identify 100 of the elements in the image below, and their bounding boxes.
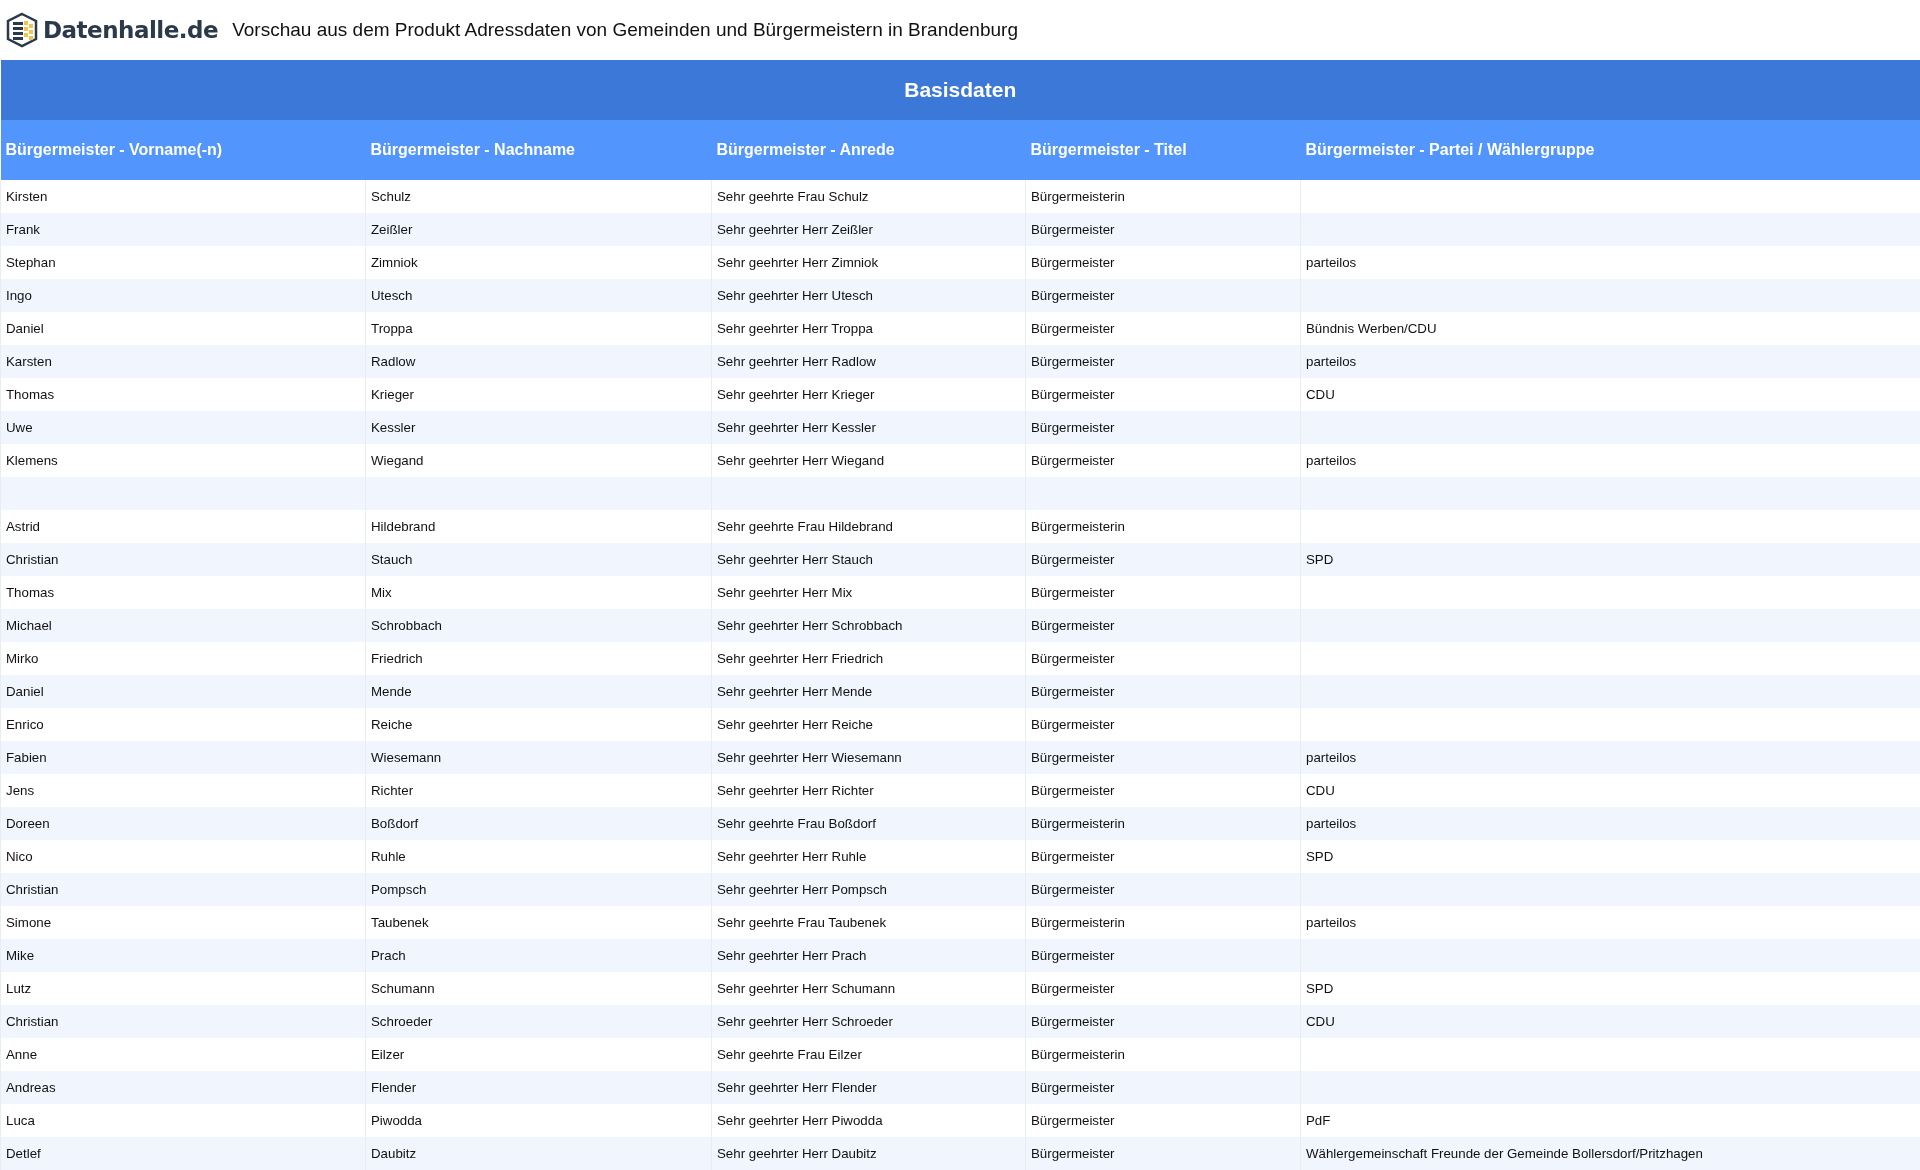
table-cell: Bürgermeisterin	[1025, 1038, 1301, 1071]
table-cell: Sehr geehrter Herr Troppa	[711, 312, 1026, 345]
table-cell: Bürgermeister	[1025, 543, 1301, 576]
table-cell: Daniel	[0, 312, 366, 345]
table-cell: Daubitz	[365, 1137, 712, 1170]
table-cell: Christian	[0, 1005, 366, 1038]
table-cell: Bürgermeister	[1025, 312, 1301, 345]
table-cell: Sehr geehrter Herr Schrobbach	[711, 609, 1026, 642]
table-cell: Sehr geehrter Herr Daubitz	[711, 1137, 1026, 1170]
table-cell: Bürgermeisterin	[1025, 906, 1301, 939]
table-cell: Bündnis Werben/CDU	[1300, 312, 1920, 345]
table-cell: Hildebrand	[365, 510, 712, 543]
column-header: Bürgermeister - Vorname(-n)	[0, 120, 366, 180]
table-cell: Sehr geehrter Herr Zimniok	[711, 246, 1026, 279]
table-cell: parteilos	[1300, 741, 1920, 774]
table-cell: Lutz	[0, 972, 366, 1005]
table-cell: Thomas	[0, 378, 366, 411]
table-cell: Stauch	[365, 543, 712, 576]
table-cell: parteilos	[1300, 807, 1920, 840]
table-cell: parteilos	[1300, 345, 1920, 378]
table-cell: Bürgermeister	[1025, 972, 1301, 1005]
table-cell: Bürgermeister	[1025, 675, 1301, 708]
table-cell: Nico	[0, 840, 366, 873]
table-cell: Stephan	[0, 246, 366, 279]
table-cell: Wiesemann	[365, 741, 712, 774]
table-cell: Boßdorf	[365, 807, 712, 840]
table-cell: Ruhle	[365, 840, 712, 873]
table-cell: Luca	[0, 1104, 366, 1137]
table-cell: SPD	[1300, 840, 1920, 873]
table-cell: Bürgermeister	[1025, 1104, 1301, 1137]
table-cell: Flender	[365, 1071, 712, 1104]
table-cell: Krieger	[365, 378, 712, 411]
table-cell: Reiche	[365, 708, 712, 741]
page-title: Vorschau aus dem Produkt Adressdaten von Gemeinden und Bürgermeistern in Brandenburg	[232, 17, 1018, 42]
table-cell: SPD	[1300, 543, 1920, 576]
table-cell: Bürgermeister	[1025, 741, 1301, 774]
table-cell: Utesch	[365, 279, 712, 312]
table-cell: Bürgermeister	[1025, 642, 1301, 675]
table-cell: Ingo	[0, 279, 366, 312]
table-cell: Sehr geehrter Herr Stauch	[711, 543, 1026, 576]
table-cell: Andreas	[0, 1071, 366, 1104]
table-cell: parteilos	[1300, 906, 1920, 939]
table-cell: Sehr geehrter Herr Piwodda	[711, 1104, 1026, 1137]
table-cell: Sehr geehrter Herr Zeißler	[711, 213, 1026, 246]
table-cell: Sehr geehrter Herr Mende	[711, 675, 1026, 708]
table-cell: Eilzer	[365, 1038, 712, 1071]
table-cell: Pompsch	[365, 873, 712, 906]
table-cell: Bürgermeister	[1025, 246, 1301, 279]
table-cell: Sehr geehrter Herr Wiegand	[711, 444, 1026, 477]
table-cell: Sehr geehrter Herr Richter	[711, 774, 1026, 807]
table-cell: Bürgermeister	[1025, 1005, 1301, 1038]
table-cell: Bürgermeister	[1025, 411, 1301, 444]
table-cell: Mirko	[0, 642, 366, 675]
logo-text[interactable]: Datenhalle.de	[43, 12, 219, 48]
table-cell: Schulz	[365, 180, 712, 213]
table-cell: Christian	[0, 873, 366, 906]
table-cell: CDU	[1300, 378, 1920, 411]
table-cell: CDU	[1300, 774, 1920, 807]
table-cell: Bürgermeisterin	[1025, 510, 1301, 543]
table-cell: Bürgermeisterin	[1025, 180, 1301, 213]
table-cell: Bürgermeister	[1025, 774, 1301, 807]
group-header: Basisdaten	[0, 60, 1920, 120]
table-cell: Mende	[365, 675, 712, 708]
table-cell: Klemens	[0, 444, 366, 477]
table-cell: Piwodda	[365, 1104, 712, 1137]
table-cell: Sehr geehrter Herr Wiesemann	[711, 741, 1026, 774]
table-cell: Bürgermeister	[1025, 576, 1301, 609]
table-cell: Jens	[0, 774, 366, 807]
table-cell: SPD	[1300, 972, 1920, 1005]
table-cell: Bürgermeister	[1025, 444, 1301, 477]
column-header: Bürgermeister - Nachname	[365, 120, 712, 180]
table-cell: Zeißler	[365, 213, 712, 246]
table-cell: Sehr geehrter Herr Reiche	[711, 708, 1026, 741]
table-cell: Wiegand	[365, 444, 712, 477]
table-cell: Doreen	[0, 807, 366, 840]
table-cell: Enrico	[0, 708, 366, 741]
table-cell: Sehr geehrter Herr Prach	[711, 939, 1026, 972]
table-cell: Christian	[0, 543, 366, 576]
table-cell: Bürgermeister	[1025, 213, 1301, 246]
column-header: Bürgermeister - Anrede	[711, 120, 1026, 180]
table-cell: Bürgermeister	[1025, 939, 1301, 972]
table-cell: PdF	[1300, 1104, 1920, 1137]
table-cell: Sehr geehrter Herr Friedrich	[711, 642, 1026, 675]
table-cell: Daniel	[0, 675, 366, 708]
table-cell: Thomas	[0, 576, 366, 609]
column-header: Bürgermeister - Titel	[1025, 120, 1301, 180]
table-cell: Sehr geehrter Herr Mix	[711, 576, 1026, 609]
table-cell: Prach	[365, 939, 712, 972]
table-cell: Bürgermeister	[1025, 609, 1301, 642]
table-cell: Sehr geehrter Herr Radlow	[711, 345, 1026, 378]
table-cell: Richter	[365, 774, 712, 807]
table-cell: Schumann	[365, 972, 712, 1005]
logo-icon	[5, 12, 39, 48]
table-cell: Sehr geehrter Herr Krieger	[711, 378, 1026, 411]
table-cell: Kessler	[365, 411, 712, 444]
table-cell: Radlow	[365, 345, 712, 378]
table-cell: Mike	[0, 939, 366, 972]
table-cell: Bürgermeister	[1025, 378, 1301, 411]
table-cell: Bürgermeister	[1025, 1071, 1301, 1104]
table-cell: Schrobbach	[365, 609, 712, 642]
